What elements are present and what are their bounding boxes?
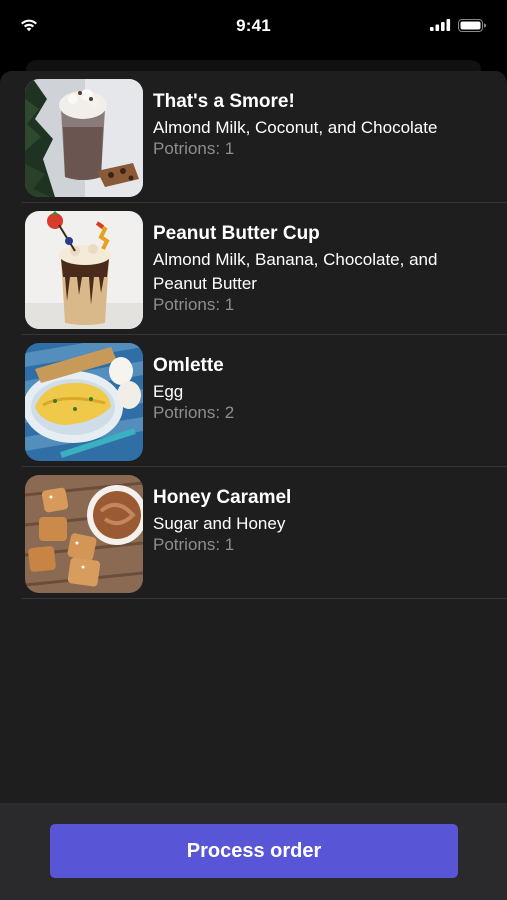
order-sheet: That's a Smore! Almond Milk, Coconut, an…: [0, 71, 507, 900]
battery-icon: [458, 19, 486, 32]
cellular-signal-icon: [430, 19, 451, 31]
order-ingredients: Sugar and Honey: [153, 514, 286, 533]
order-row-smore[interactable]: That's a Smore! Almond Milk, Coconut, an…: [0, 71, 507, 203]
order-ingredients: Almond Milk, Coconut, and Chocolate: [153, 118, 438, 137]
omelette-photo: [25, 343, 143, 461]
bottom-bar: Process order: [0, 803, 507, 900]
peanut-butter-cup-shake-photo: [25, 211, 143, 329]
order-ingredients: Almond Milk, Banana, Chocolate, and Pean…: [153, 250, 438, 293]
honey-caramel-photo: [25, 475, 143, 593]
smore-shake-photo: [25, 79, 143, 197]
order-title: That's a Smore!: [153, 91, 295, 112]
status-bar: 9:41: [0, 0, 507, 56]
order-row-honey-caramel[interactable]: Honey Caramel Sugar and Honey Potrions: …: [0, 467, 507, 599]
order-title: Honey Caramel: [153, 487, 292, 508]
order-row-omlette[interactable]: Omlette Egg Potrions: 2: [0, 335, 507, 467]
order-title: Omlette: [153, 355, 224, 376]
process-order-button[interactable]: Process order: [50, 824, 458, 878]
order-row-peanut-butter-cup[interactable]: Peanut Butter Cup Almond Milk, Banana, C…: [0, 203, 507, 335]
order-title: Peanut Butter Cup: [153, 223, 320, 244]
order-portions: Potrions: 1: [153, 295, 235, 314]
order-portions: Potrions: 1: [153, 535, 235, 554]
row-divider: [22, 598, 507, 599]
order-portions: Potrions: 2: [153, 403, 235, 422]
order-ingredients: Egg: [153, 382, 184, 401]
order-portions: Potrions: 1: [153, 139, 235, 158]
